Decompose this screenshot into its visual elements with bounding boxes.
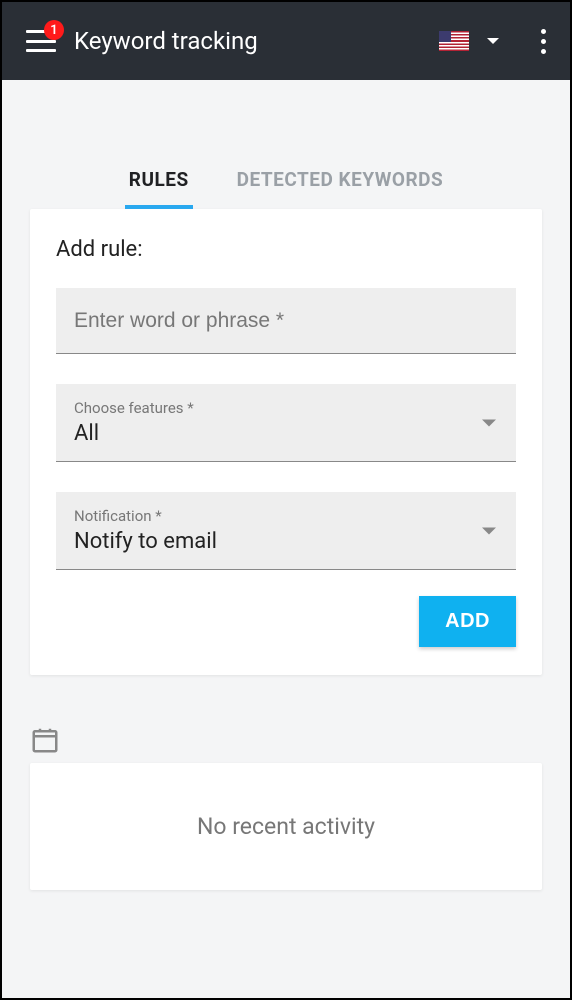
chevron-down-icon	[482, 419, 496, 426]
menu-button[interactable]: 1	[26, 30, 56, 52]
features-select[interactable]: Choose features * All	[56, 384, 516, 462]
activity-card: No recent activity	[30, 763, 542, 890]
card-title: Add rule:	[56, 237, 516, 262]
tab-detected-keywords[interactable]: DETECTED KEYWORDS	[233, 158, 448, 209]
keyword-input[interactable]	[74, 309, 498, 333]
flag-us-icon	[439, 31, 469, 51]
features-value: All	[74, 421, 498, 446]
tab-rules[interactable]: RULES	[125, 158, 193, 209]
app-header: 1 Keyword tracking	[2, 2, 570, 80]
features-label: Choose features *	[74, 399, 498, 417]
add-button[interactable]: ADD	[419, 596, 516, 647]
more-menu-button[interactable]	[535, 23, 552, 60]
calendar-icon	[30, 725, 60, 755]
keyword-field[interactable]	[56, 288, 516, 354]
activity-header	[30, 725, 542, 755]
notification-value: Notify to email	[74, 529, 498, 554]
chevron-down-icon	[487, 38, 499, 44]
notification-badge: 1	[44, 20, 64, 40]
page-title: Keyword tracking	[74, 27, 425, 55]
activity-empty-text: No recent activity	[30, 813, 542, 840]
locale-selector[interactable]	[439, 31, 499, 51]
notification-label: Notification *	[74, 507, 498, 525]
chevron-down-icon	[482, 527, 496, 534]
button-row: ADD	[56, 596, 516, 647]
notification-select[interactable]: Notification * Notify to email	[56, 492, 516, 570]
add-rule-card: Add rule: Choose features * All Notifica…	[30, 209, 542, 675]
tabs: RULES DETECTED KEYWORDS	[2, 158, 570, 209]
